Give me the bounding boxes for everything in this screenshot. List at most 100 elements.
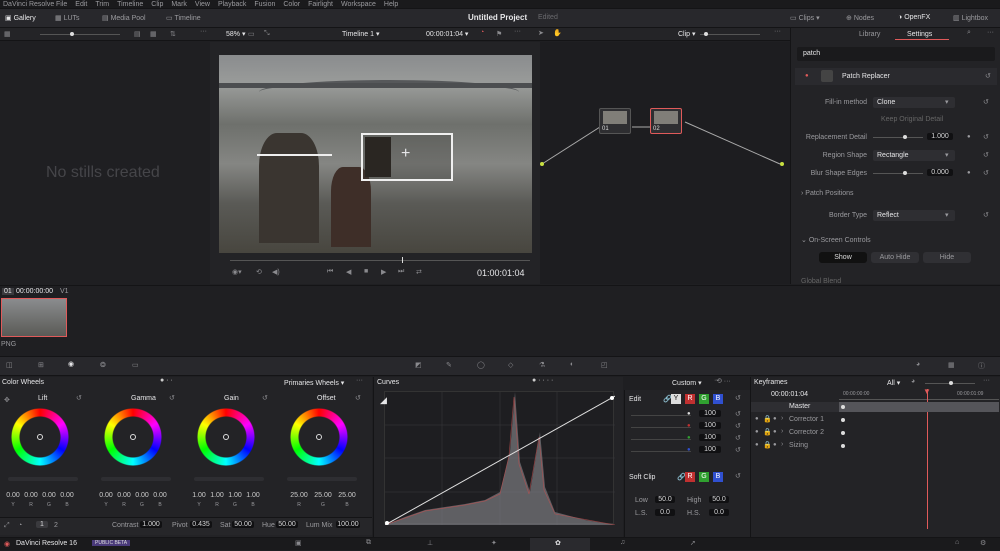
wheel-center-handle[interactable]: [130, 434, 136, 440]
node-zoom-slider[interactable]: [700, 32, 760, 36]
flag-icon[interactable]: ⚑: [496, 30, 502, 38]
home-icon[interactable]: ⌂: [955, 539, 959, 546]
rgb-mixer-icon[interactable]: ❂: [100, 361, 106, 369]
hue-field[interactable]: 50.00: [276, 521, 298, 528]
curve-channel-reset-icon[interactable]: ↺: [735, 446, 741, 454]
wheel-reset-icon[interactable]: ↺: [76, 394, 82, 402]
luts-button[interactable]: ▦ LUTs: [55, 14, 80, 22]
menu-item[interactable]: Trim: [95, 1, 109, 8]
menu-item[interactable]: View: [195, 1, 210, 8]
color-wheels-icon[interactable]: ◉: [68, 360, 74, 368]
curves-options-icon[interactable]: ⟲ ···: [716, 377, 731, 385]
wheel-value[interactable]: 0.00: [133, 492, 151, 499]
deliver-page-icon[interactable]: ➚: [690, 539, 696, 547]
fx-more-icon[interactable]: ···: [987, 29, 994, 36]
fx-slider-handle[interactable]: [903, 171, 907, 175]
plugin-enable-icon[interactable]: ●: [805, 73, 809, 79]
menu-item[interactable]: Fusion: [254, 1, 275, 8]
patch-positions-section[interactable]: › Patch Positions: [801, 190, 854, 197]
stop-icon[interactable]: ■: [364, 268, 368, 275]
wheel-value[interactable]: 0.00: [4, 492, 22, 499]
audio-icon[interactable]: ◀): [272, 268, 280, 276]
viewer-more-icon[interactable]: ···: [514, 28, 521, 35]
border-type-dropdown[interactable]: Reflect ▾: [873, 210, 955, 221]
wheel-value[interactable]: 0.00: [22, 492, 40, 499]
wheel-center-handle[interactable]: [37, 434, 43, 440]
hs-field[interactable]: 0.0: [709, 509, 729, 516]
menu-item[interactable]: Mark: [171, 1, 187, 8]
edit-page-icon[interactable]: ⊥: [427, 539, 433, 547]
keyframe-zoom-slider[interactable]: [925, 381, 975, 385]
loop-icon[interactable]: ⟲: [256, 268, 262, 276]
pivot-field[interactable]: 0.435: [190, 521, 212, 528]
auto-hide-button[interactable]: Auto Hide: [871, 252, 919, 263]
keyframe-dot-icon[interactable]: ●: [773, 442, 777, 448]
chevron-right-icon[interactable]: ›: [781, 415, 783, 422]
timeline-dropdown[interactable]: Timeline 1 ▾: [342, 30, 380, 38]
hide-button[interactable]: Hide: [923, 252, 971, 263]
chevron-right-icon[interactable]: ›: [781, 428, 783, 435]
window-icon[interactable]: ◯: [477, 361, 485, 369]
master-wheel-slider[interactable]: [101, 477, 171, 481]
source-input-node[interactable]: [540, 162, 544, 166]
fx-slider-handle[interactable]: [903, 135, 907, 139]
field-reset-icon[interactable]: ↺: [983, 133, 989, 141]
low-field[interactable]: 50.0: [655, 496, 675, 503]
keyframes-filter-dropdown[interactable]: All ▾: [887, 379, 900, 387]
hand-icon[interactable]: ✋: [553, 29, 562, 37]
go-to-start-icon[interactable]: ⏮: [327, 268, 333, 276]
wheel-reset-icon[interactable]: ↺: [169, 394, 175, 402]
wheels-mode-dropdown[interactable]: Primaries Wheels ▾: [284, 379, 344, 387]
curves-icon[interactable]: ◩: [415, 361, 422, 369]
scopes-icon[interactable]: ▦: [948, 361, 955, 369]
menu-item[interactable]: Edit: [75, 1, 87, 8]
chevron-right-icon[interactable]: ›: [781, 441, 783, 448]
grid-view-icon[interactable]: ▦: [150, 30, 157, 38]
high-field[interactable]: 50.0: [709, 496, 729, 503]
onscreen-controls-section[interactable]: ⌄ On-Screen Controls: [801, 236, 871, 244]
wheel-value[interactable]: 25.00: [335, 492, 359, 499]
edit-reset-icon[interactable]: ↺: [735, 394, 741, 402]
output-node[interactable]: [780, 162, 784, 166]
wheel-value[interactable]: 0.00: [151, 492, 169, 499]
more-options-icon[interactable]: ···: [200, 28, 207, 35]
fx-dropdown[interactable]: Rectangle ▾: [873, 150, 955, 161]
g-channel-button[interactable]: G: [699, 394, 709, 404]
wheels-tool-icon[interactable]: ⤢: [4, 522, 10, 530]
timecode-dropdown[interactable]: 00:00:01:04 ▾: [426, 30, 468, 38]
wheel-reset-icon[interactable]: ↺: [262, 394, 268, 402]
keep-original-detail-checkbox[interactable]: Keep Original Detail: [881, 116, 943, 123]
media-pool-button[interactable]: ▤ Media Pool: [102, 14, 146, 22]
page-2-button[interactable]: 2: [54, 522, 58, 529]
wheels-toggle-icon[interactable]: ◔: [18, 522, 22, 529]
zoom-dropdown[interactable]: 58% ▾: [226, 30, 245, 38]
curve-intensity-track[interactable]: [631, 415, 691, 416]
curve-channel-reset-icon[interactable]: ↺: [735, 410, 741, 418]
master-keyframe[interactable]: [841, 405, 845, 409]
scrubber-track[interactable]: [230, 257, 530, 263]
field-reset-icon[interactable]: ↺: [983, 98, 989, 106]
node-02[interactable]: 02: [650, 108, 682, 134]
b-channel-button[interactable]: B: [713, 394, 723, 404]
fx-number-field[interactable]: 1.000: [927, 133, 953, 140]
menu-item[interactable]: File: [56, 1, 67, 8]
curve-intensity-field[interactable]: 100: [699, 446, 721, 453]
fx-dropdown[interactable]: Clone ▾: [873, 97, 955, 108]
master-wheel-slider[interactable]: [8, 477, 78, 481]
menu-item[interactable]: Timeline: [117, 1, 143, 8]
qualifier-icon[interactable]: ✎: [446, 361, 452, 369]
pointer-icon[interactable]: ➤: [538, 29, 544, 37]
soft-clip-g-button[interactable]: G: [699, 472, 709, 482]
curve-intensity-field[interactable]: 100: [699, 410, 721, 417]
keyframe-dot-icon[interactable]: ●: [755, 442, 759, 448]
wheel-picker-icon[interactable]: ✥: [4, 396, 10, 404]
wheel-value[interactable]: 0.00: [97, 492, 115, 499]
keyframe-marker[interactable]: [841, 444, 845, 448]
magic-mask-icon[interactable]: ⚗: [539, 361, 545, 369]
wheel-value[interactable]: 0.00: [58, 492, 76, 499]
color-match-icon[interactable]: ⊞: [38, 361, 44, 369]
master-wheel-slider[interactable]: [194, 477, 264, 481]
playhead[interactable]: [402, 257, 403, 263]
page-1-button[interactable]: 1: [36, 521, 48, 528]
fx-slider[interactable]: [873, 135, 923, 139]
